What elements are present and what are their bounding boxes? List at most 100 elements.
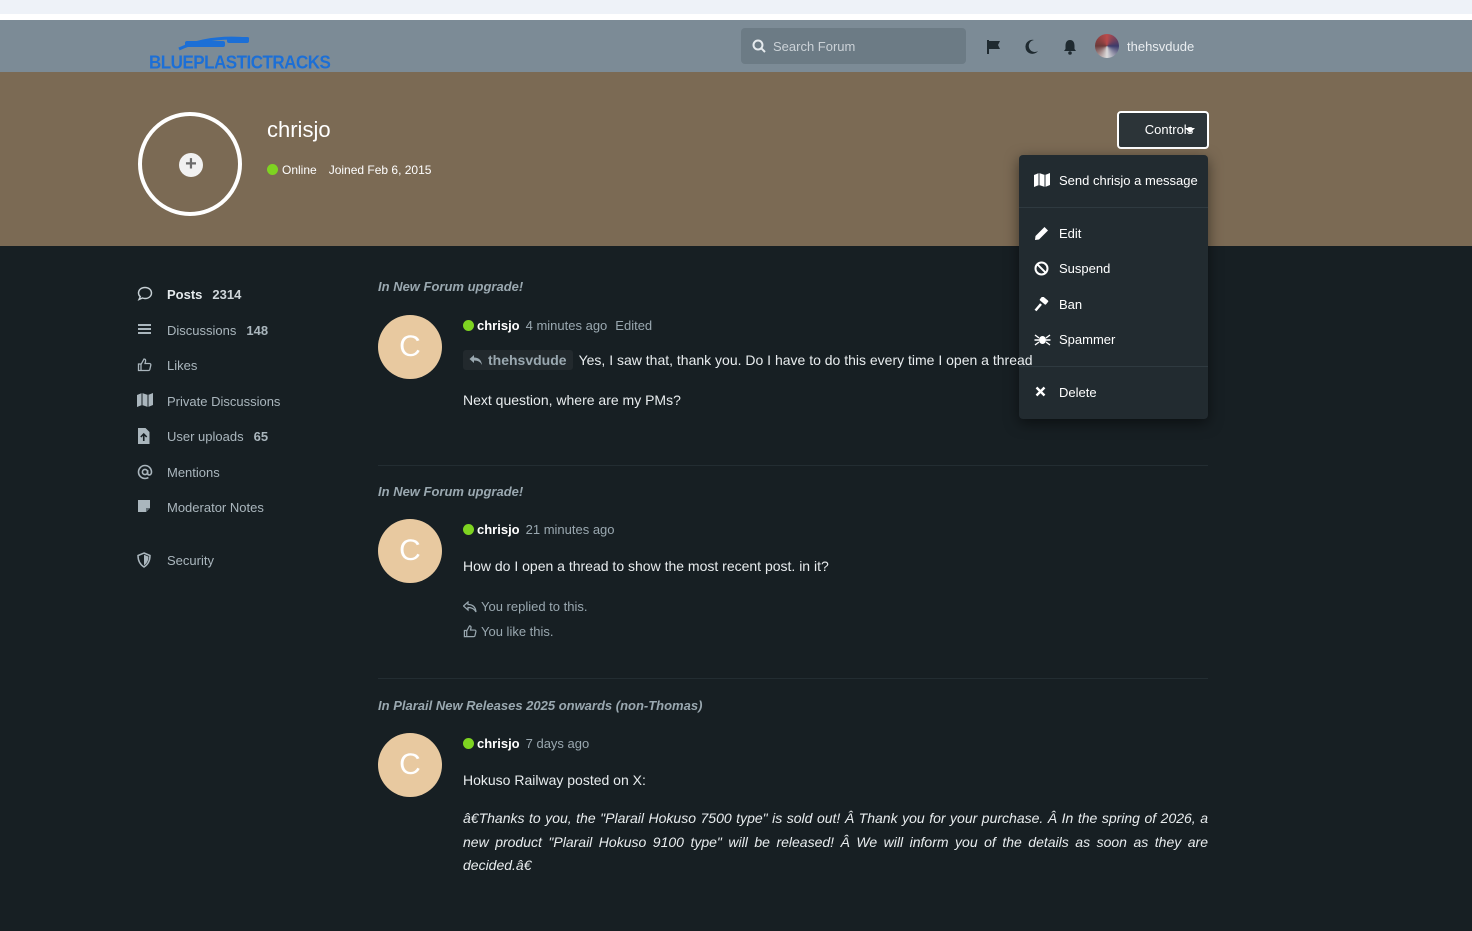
menu-edit-label: Edit <box>1059 226 1082 241</box>
logo-train-icon <box>178 36 250 51</box>
sidebar-item-label: Security <box>167 553 214 568</box>
post-divider <box>378 678 1208 679</box>
ban-circle-icon <box>1034 261 1049 276</box>
sidebar-item-label: Discussions <box>167 323 237 338</box>
context-prefix: In <box>378 279 390 294</box>
pencil-icon <box>1035 227 1048 240</box>
menu-divider <box>1019 366 1208 367</box>
post-author[interactable]: chrisjo <box>477 522 520 537</box>
context-prefix: In <box>378 484 390 499</box>
mention-name: thehsvdude <box>488 352 567 368</box>
avatar[interactable]: C <box>378 519 442 583</box>
thumbs-up-icon <box>463 625 477 638</box>
sidebar-item-moderator-notes[interactable]: Moderator Notes <box>137 493 337 521</box>
menu-send-message[interactable]: Send chrisjo a message <box>1019 164 1208 198</box>
online-status: Online <box>282 163 317 177</box>
browser-chrome <box>0 0 1472 14</box>
edited-badge[interactable]: Edited <box>615 318 652 333</box>
post-author[interactable]: chrisjo <box>477 318 520 333</box>
profile-avatar[interactable]: + <box>138 112 242 216</box>
at-icon <box>137 464 153 480</box>
sidebar-item-mentions[interactable]: Mentions <box>137 458 337 486</box>
sidebar-item-user-uploads[interactable]: User uploads 65 <box>137 422 337 450</box>
context-prefix: In <box>378 698 390 713</box>
site-logo[interactable]: BLUEPLASTICTRACKS <box>149 52 331 74</box>
sidebar-item-posts[interactable]: Posts 2314 <box>137 280 337 308</box>
profile-name: chrisjo <box>267 117 331 142</box>
posts-count: 2314 <box>212 287 242 302</box>
post-time[interactable]: 4 minutes ago <box>526 318 608 333</box>
mention-link[interactable]: thehsvdude <box>463 350 573 370</box>
post-text: Next question, where are my PMs? <box>463 392 681 408</box>
discussion-link[interactable]: New Forum upgrade! <box>393 279 523 294</box>
moon-icon[interactable] <box>1023 38 1041 56</box>
flag-icon[interactable] <box>985 38 1003 56</box>
hammer-icon <box>1034 297 1049 312</box>
post-body-line: thehsvdude Yes, I saw that, thank you. Do… <box>463 350 1033 370</box>
reply-icon <box>462 600 477 613</box>
comment-icon <box>137 286 153 301</box>
post-text: How do I open a thread to show the most … <box>463 558 829 574</box>
sidebar-item-security[interactable]: Security <box>137 546 337 574</box>
online-indicator-icon <box>463 320 474 331</box>
like-text: You like this. <box>481 624 554 639</box>
avatar[interactable]: C <box>378 733 442 797</box>
sidebar-item-label: Private Discussions <box>167 394 281 409</box>
bell-icon[interactable] <box>1061 38 1079 56</box>
user-name: thehsvdude <box>1127 39 1195 54</box>
menu-ban[interactable]: Ban <box>1019 288 1208 322</box>
menu-spammer[interactable]: Spammer <box>1019 323 1208 357</box>
x-icon <box>1035 386 1046 397</box>
replied-note[interactable]: You replied to this. <box>462 599 587 614</box>
controls-dropdown: Send chrisjo a message Edit Suspend Ban … <box>1019 155 1208 419</box>
menu-divider <box>1019 207 1208 208</box>
post-text: Hokuso Railway posted on X: <box>463 772 646 788</box>
menu-delete-label: Delete <box>1059 385 1097 400</box>
upload-avatar-icon[interactable]: + <box>179 153 203 177</box>
shield-icon <box>137 552 151 568</box>
uploads-count: 65 <box>253 429 269 444</box>
sidebar-item-label: User uploads <box>167 429 244 444</box>
discussions-count: 148 <box>246 323 269 338</box>
sidebar-item-label: Posts <box>167 287 203 302</box>
post-time[interactable]: 21 minutes ago <box>526 522 615 537</box>
reply-icon <box>469 355 482 365</box>
list-icon <box>138 324 151 334</box>
menu-delete[interactable]: Delete <box>1019 376 1208 410</box>
sidebar-item-label: Likes <box>167 358 198 373</box>
file-upload-icon <box>138 428 150 444</box>
post-context: In New Forum upgrade! <box>378 279 523 294</box>
menu-send-message-label: Send chrisjo a message <box>1059 173 1198 188</box>
menu-edit[interactable]: Edit <box>1019 217 1208 251</box>
like-note[interactable]: You like this. <box>463 624 554 639</box>
post-divider <box>378 465 1208 466</box>
discussion-link[interactable]: Plarail New Releases 2025 onwards (non-T… <box>393 698 702 713</box>
menu-suspend-label: Suspend <box>1059 261 1111 276</box>
post-text: Yes, I saw that, thank you. Do I have to… <box>578 352 1033 368</box>
thumbs-up-icon <box>137 358 152 372</box>
sidebar-item-discussions[interactable]: Discussions 148 <box>137 316 337 344</box>
user-avatar <box>1095 34 1119 58</box>
search-icon <box>752 39 766 53</box>
spider-icon <box>1034 334 1051 346</box>
menu-spammer-label: Spammer <box>1059 332 1116 347</box>
sidebar-item-private-discussions[interactable]: Private Discussions <box>137 387 337 415</box>
online-indicator-icon <box>267 164 278 175</box>
post-context: In New Forum upgrade! <box>378 484 523 499</box>
map-icon <box>1034 173 1050 187</box>
controls-button[interactable]: Controls <box>1117 111 1209 149</box>
sidebar-item-label: Moderator Notes <box>167 500 264 515</box>
menu-suspend[interactable]: Suspend <box>1019 252 1208 286</box>
post-author[interactable]: chrisjo <box>477 736 520 751</box>
profile-status: Online Joined Feb 6, 2015 <box>267 163 431 177</box>
map-icon <box>137 393 153 407</box>
sidebar-item-likes[interactable]: Likes <box>137 351 337 379</box>
search-input[interactable] <box>773 28 958 64</box>
post-time[interactable]: 7 days ago <box>526 736 590 751</box>
sidebar-item-label: Mentions <box>167 465 220 480</box>
post-quote: â€Thanks to you, the "Plarail Hokuso 750… <box>463 810 1208 873</box>
discussion-link[interactable]: New Forum upgrade! <box>393 484 523 499</box>
avatar[interactable]: C <box>378 315 442 379</box>
search-box[interactable] <box>741 28 966 64</box>
online-indicator-icon <box>463 738 474 749</box>
